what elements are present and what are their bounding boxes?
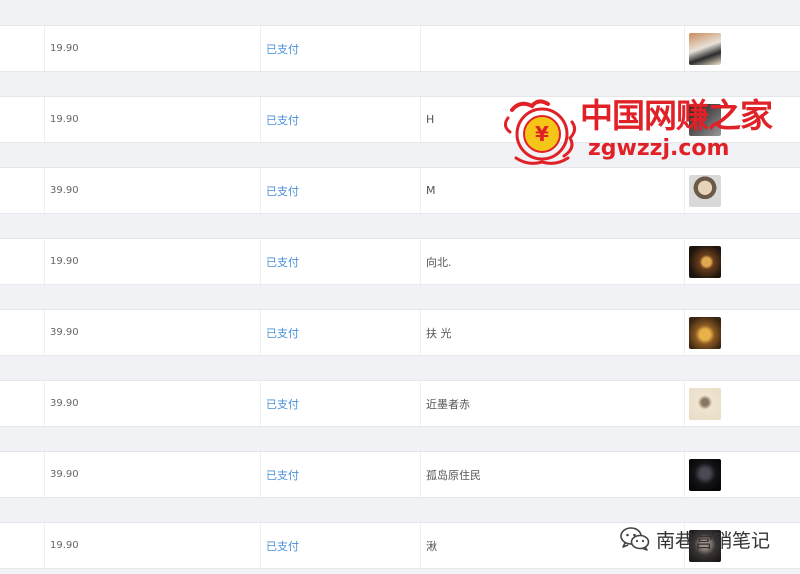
price-cell: 39.90 [45, 168, 261, 213]
avatar-photo-icon[interactable] [689, 387, 721, 420]
row-leading-cell [0, 310, 45, 355]
price-cell: 39.90 [45, 310, 261, 355]
avatar-photo-icon[interactable] [689, 245, 721, 278]
price-cell: 19.90 [45, 239, 261, 284]
watermark-url: zgwzzj.com [588, 136, 730, 161]
price-cell: 19.90 [45, 26, 261, 71]
avatar-cell [685, 168, 800, 213]
payment-status: 已支付 [261, 381, 421, 426]
payment-status: 已支付 [261, 523, 421, 568]
payment-status: 已支付 [261, 168, 421, 213]
row-leading-cell [0, 239, 45, 284]
watermark-title: 中国网赚之家 [580, 96, 773, 135]
price-cell: 39.90 [45, 452, 261, 497]
row-separator [0, 285, 800, 310]
row-leading-cell [0, 381, 45, 426]
nickname-cell: 孤岛原住民 [421, 452, 685, 497]
table-row[interactable]: 39.90 已支付 M [0, 168, 800, 214]
wechat-account-name: 南巷营销笔记 [656, 529, 771, 552]
payment-status: 已支付 [261, 26, 421, 71]
wechat-icon [620, 527, 650, 551]
avatar-photo-icon[interactable] [689, 316, 721, 349]
table-row[interactable]: 19.90 已支付 [0, 26, 800, 72]
price-cell: 19.90 [45, 523, 261, 568]
row-separator [0, 356, 800, 381]
payment-status: 已支付 [261, 239, 421, 284]
nickname-cell: 扶 光 [421, 310, 685, 355]
avatar-cell [685, 310, 800, 355]
nickname-cell: M [421, 168, 685, 213]
price-cell: 39.90 [45, 381, 261, 426]
table-row[interactable]: 39.90 已支付 孤岛原住民 [0, 452, 800, 498]
orders-table: 19.90 已支付 19.90 已支付 H 39.90 已支付 M 19.90 … [0, 0, 800, 569]
table-row[interactable]: 39.90 已支付 近墨者赤 [0, 381, 800, 427]
nickname-cell: 向北. [421, 239, 685, 284]
row-leading-cell [0, 26, 45, 71]
avatar-cell [685, 26, 800, 71]
row-separator [0, 427, 800, 452]
row-leading-cell [0, 168, 45, 213]
avatar-photo-icon[interactable] [689, 32, 721, 65]
avatar-cell [685, 381, 800, 426]
svg-text:¥: ¥ [535, 122, 549, 146]
site-watermark-logo: ¥ 中国网赚之家 zgwzzj.com [500, 96, 773, 168]
row-leading-cell [0, 523, 45, 568]
table-row[interactable]: 39.90 已支付 扶 光 [0, 310, 800, 356]
avatar-photo-icon[interactable] [689, 458, 721, 491]
avatar-photo-icon[interactable] [689, 174, 721, 207]
table-row[interactable]: 19.90 已支付 向北. [0, 239, 800, 285]
avatar-cell [685, 452, 800, 497]
payment-status: 已支付 [261, 310, 421, 355]
avatar-cell [685, 239, 800, 284]
payment-status: 已支付 [261, 452, 421, 497]
row-separator [0, 0, 800, 26]
payment-status: 已支付 [261, 97, 421, 142]
price-cell: 19.90 [45, 97, 261, 142]
nickname-cell: 近墨者赤 [421, 381, 685, 426]
row-leading-cell [0, 452, 45, 497]
row-separator [0, 214, 800, 239]
coin-seal-icon: ¥ [503, 99, 577, 165]
nickname-cell [421, 26, 685, 71]
row-separator [0, 72, 800, 97]
wechat-watermark: 南巷营销笔记 [620, 524, 770, 554]
row-leading-cell [0, 97, 45, 142]
row-separator [0, 498, 800, 523]
